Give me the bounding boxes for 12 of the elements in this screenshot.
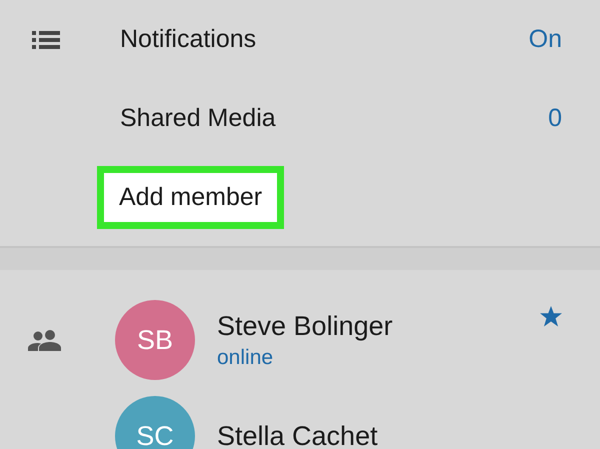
member-name[interactable]: Stella Cachet bbox=[217, 420, 378, 449]
setting-label[interactable]: Notifications bbox=[120, 25, 256, 54]
member-name[interactable]: Steve Bolinger bbox=[217, 310, 393, 342]
list-icon bbox=[32, 30, 60, 48]
avatar: SB bbox=[115, 300, 195, 380]
setting-label[interactable]: Shared Media bbox=[120, 104, 276, 133]
avatar: SC bbox=[115, 396, 195, 449]
setting-value: On bbox=[528, 25, 562, 54]
member-status: online bbox=[217, 346, 274, 370]
setting-value: 0 bbox=[548, 104, 562, 133]
people-icon bbox=[28, 329, 62, 351]
setting-label[interactable]: Add member bbox=[97, 166, 284, 229]
